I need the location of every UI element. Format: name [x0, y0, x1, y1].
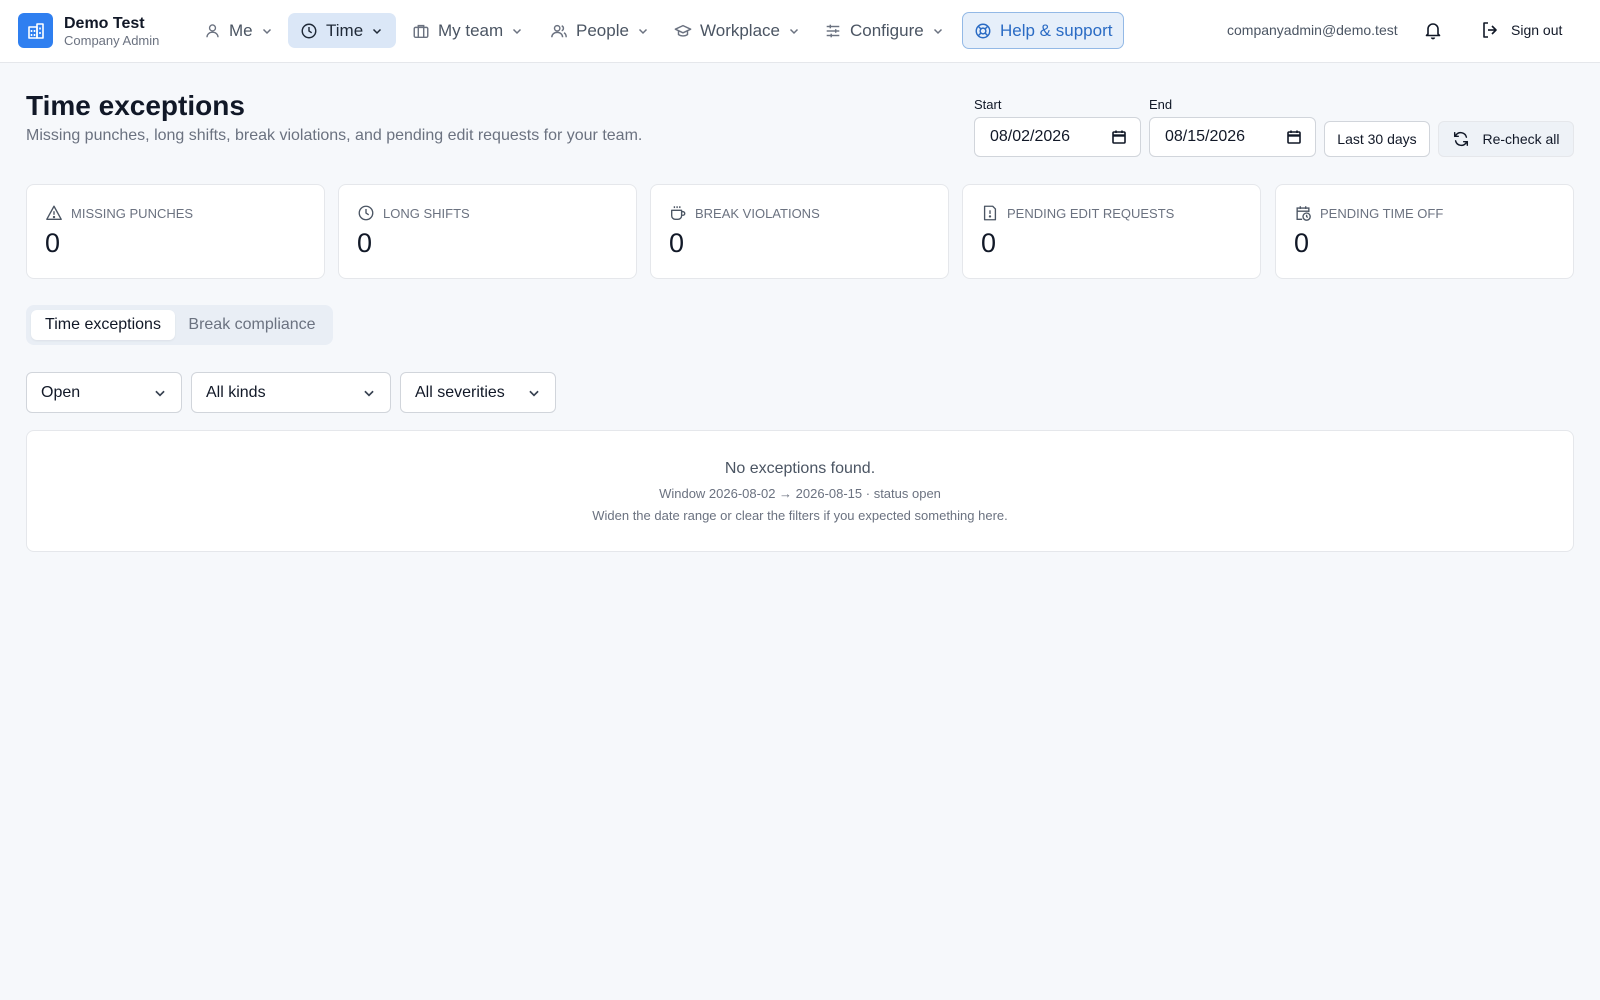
stat-label: LONG SHIFTS: [383, 205, 470, 221]
chevron-down-icon: [788, 25, 800, 37]
stat-label: PENDING TIME OFF: [1320, 205, 1444, 221]
top-navbar: Demo Test Company Admin Me Time My team: [0, 0, 1600, 63]
nav-workplace[interactable]: Workplace: [662, 13, 812, 48]
chevron-down-icon: [932, 25, 944, 37]
coffee-icon: [669, 204, 687, 222]
user-icon: [204, 22, 221, 39]
brand-role: Company Admin: [64, 32, 160, 48]
chevron-down-icon: [371, 25, 383, 37]
status-filter-select[interactable]: Open: [26, 372, 182, 413]
refresh-icon: [1452, 130, 1470, 148]
empty-state-title: No exceptions found.: [724, 460, 876, 477]
clock-icon: [357, 204, 375, 222]
stat-label: BREAK VIOLATIONS: [695, 205, 820, 221]
help-support-button[interactable]: Help & support: [962, 12, 1125, 49]
recheck-all-label: Re-check all: [1482, 131, 1560, 147]
building-icon: [18, 13, 53, 48]
graduation-cap-icon: [674, 22, 692, 40]
calendar-icon[interactable]: [1111, 129, 1127, 145]
stat-value: 0: [981, 228, 997, 258]
nav-workplace-label: Workplace: [700, 20, 780, 40]
page-title: Time exceptions: [26, 90, 245, 121]
nav-time[interactable]: Time: [288, 13, 396, 48]
chevron-down-icon: [527, 386, 541, 400]
start-date-input[interactable]: 08/02/2026: [974, 117, 1141, 157]
calendar-clock-icon: [1294, 204, 1312, 222]
severity-filter-select[interactable]: All severities: [400, 372, 556, 413]
stat-card-pending-time-off: PENDING TIME OFF 0: [1275, 184, 1574, 279]
kind-filter-select[interactable]: All kinds: [191, 372, 391, 413]
nav-my-team[interactable]: My team: [400, 13, 535, 48]
stat-card-pending-edit-requests: PENDING EDIT REQUESTS 0: [962, 184, 1261, 279]
kind-filter-value: All kinds: [206, 383, 266, 401]
start-date-value: 08/02/2026: [990, 128, 1071, 145]
help-support-label: Help & support: [1000, 20, 1113, 40]
tab-time-exceptions[interactable]: Time exceptions: [31, 310, 175, 340]
view-tabs: Time exceptions Break compliance: [26, 305, 333, 345]
status-filter-value: Open: [41, 383, 81, 401]
end-date-input[interactable]: 08/15/2026: [1149, 117, 1316, 157]
warning-icon: [45, 204, 63, 222]
sliders-icon: [824, 22, 842, 40]
stat-card-long-shifts: LONG SHIFTS 0: [338, 184, 637, 279]
tab-break-compliance[interactable]: Break compliance: [175, 310, 329, 340]
alert-document-icon: [981, 204, 999, 222]
stat-card-missing-punches: MISSING PUNCHES 0: [26, 184, 325, 279]
recheck-all-button[interactable]: Re-check all: [1438, 121, 1574, 157]
empty-state-panel: No exceptions found. Window 2026-08-02 →…: [26, 430, 1574, 552]
empty-state-hint: Widen the date range or clear the filter…: [592, 508, 1008, 523]
sign-out-button[interactable]: Sign out: [1480, 20, 1562, 40]
start-date-label: Start: [974, 97, 1002, 112]
last-30-days-button[interactable]: Last 30 days: [1324, 121, 1430, 157]
briefcase-icon: [412, 22, 430, 40]
end-date-value: 08/15/2026: [1165, 128, 1246, 145]
nav-time-label: Time: [326, 20, 364, 40]
nav-me-label: Me: [229, 20, 253, 40]
nav-me[interactable]: Me: [192, 13, 285, 48]
nav-people-label: People: [576, 20, 629, 40]
brand[interactable]: Demo Test Company Admin: [18, 13, 159, 48]
brand-name: Demo Test: [64, 14, 145, 32]
severity-filter-value: All severities: [415, 383, 505, 401]
stat-label: MISSING PUNCHES: [71, 205, 194, 221]
end-date-label: End: [1149, 97, 1173, 112]
stat-value: 0: [669, 228, 685, 258]
bell-icon[interactable]: [1423, 20, 1443, 40]
lifebuoy-icon: [974, 22, 992, 40]
users-icon: [550, 22, 568, 40]
chevron-down-icon: [153, 386, 167, 400]
stat-value: 0: [45, 228, 61, 258]
stat-value: 0: [1294, 228, 1310, 258]
nav-people[interactable]: People: [538, 13, 661, 48]
stat-label: PENDING EDIT REQUESTS: [1007, 205, 1175, 221]
nav-my-team-label: My team: [438, 20, 504, 40]
page-subtitle: Missing punches, long shifts, break viol…: [26, 127, 643, 144]
chevron-down-icon: [511, 25, 523, 37]
nav-configure-label: Configure: [850, 20, 924, 40]
chevron-down-icon: [261, 25, 273, 37]
user-email: companyadmin@demo.test: [1227, 22, 1398, 38]
nav-configure[interactable]: Configure: [812, 13, 956, 48]
empty-state-window: Window 2026-08-02 → 2026-08-15 · status …: [659, 486, 941, 501]
logout-icon: [1480, 20, 1500, 40]
stat-card-break-violations: BREAK VIOLATIONS 0: [650, 184, 949, 279]
chevron-down-icon: [637, 25, 649, 37]
chevron-down-icon: [362, 386, 376, 400]
sign-out-label: Sign out: [1511, 22, 1563, 38]
clock-icon: [300, 22, 318, 40]
calendar-icon[interactable]: [1286, 129, 1302, 145]
stat-value: 0: [357, 228, 373, 258]
